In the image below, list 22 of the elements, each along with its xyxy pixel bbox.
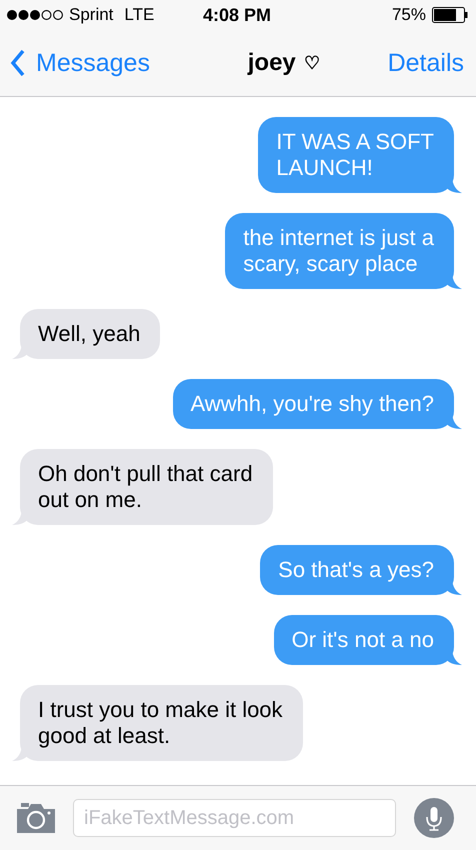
camera-icon[interactable] [17,803,55,833]
message-bubble: Awwhh, you're shy then? [172,379,454,429]
back-button[interactable]: Messages [10,48,150,78]
message-bubble: the internet is just a scary, scary place [225,213,454,289]
battery-icon [432,7,468,23]
message-bubble: Or it's not a no [274,615,454,665]
contact-name: joey [248,49,296,77]
message-bubble: I trust you to make it look good at least. [20,685,303,761]
message-bubble: IT WAS A SOFT LAUNCH! [258,117,454,193]
message-bubble: Oh don't pull that card out on me. [20,449,273,525]
message-input-field[interactable]: iFakeTextMessage.com [73,799,396,837]
signal-icon [6,9,64,21]
heart-symbol: ♡ [304,52,320,74]
network-type: LTE [124,5,154,25]
microphone-icon[interactable] [414,798,454,838]
message-bubble: Well, yeah [20,309,160,359]
details-button[interactable]: Details [388,48,464,78]
battery-percentage: 75% [392,5,426,25]
message-bubble: So that's a yes? [260,545,454,595]
status-time: 4:08 PM [202,4,272,26]
carrier-name: Sprint [69,5,114,25]
back-chevron-icon [10,49,26,77]
